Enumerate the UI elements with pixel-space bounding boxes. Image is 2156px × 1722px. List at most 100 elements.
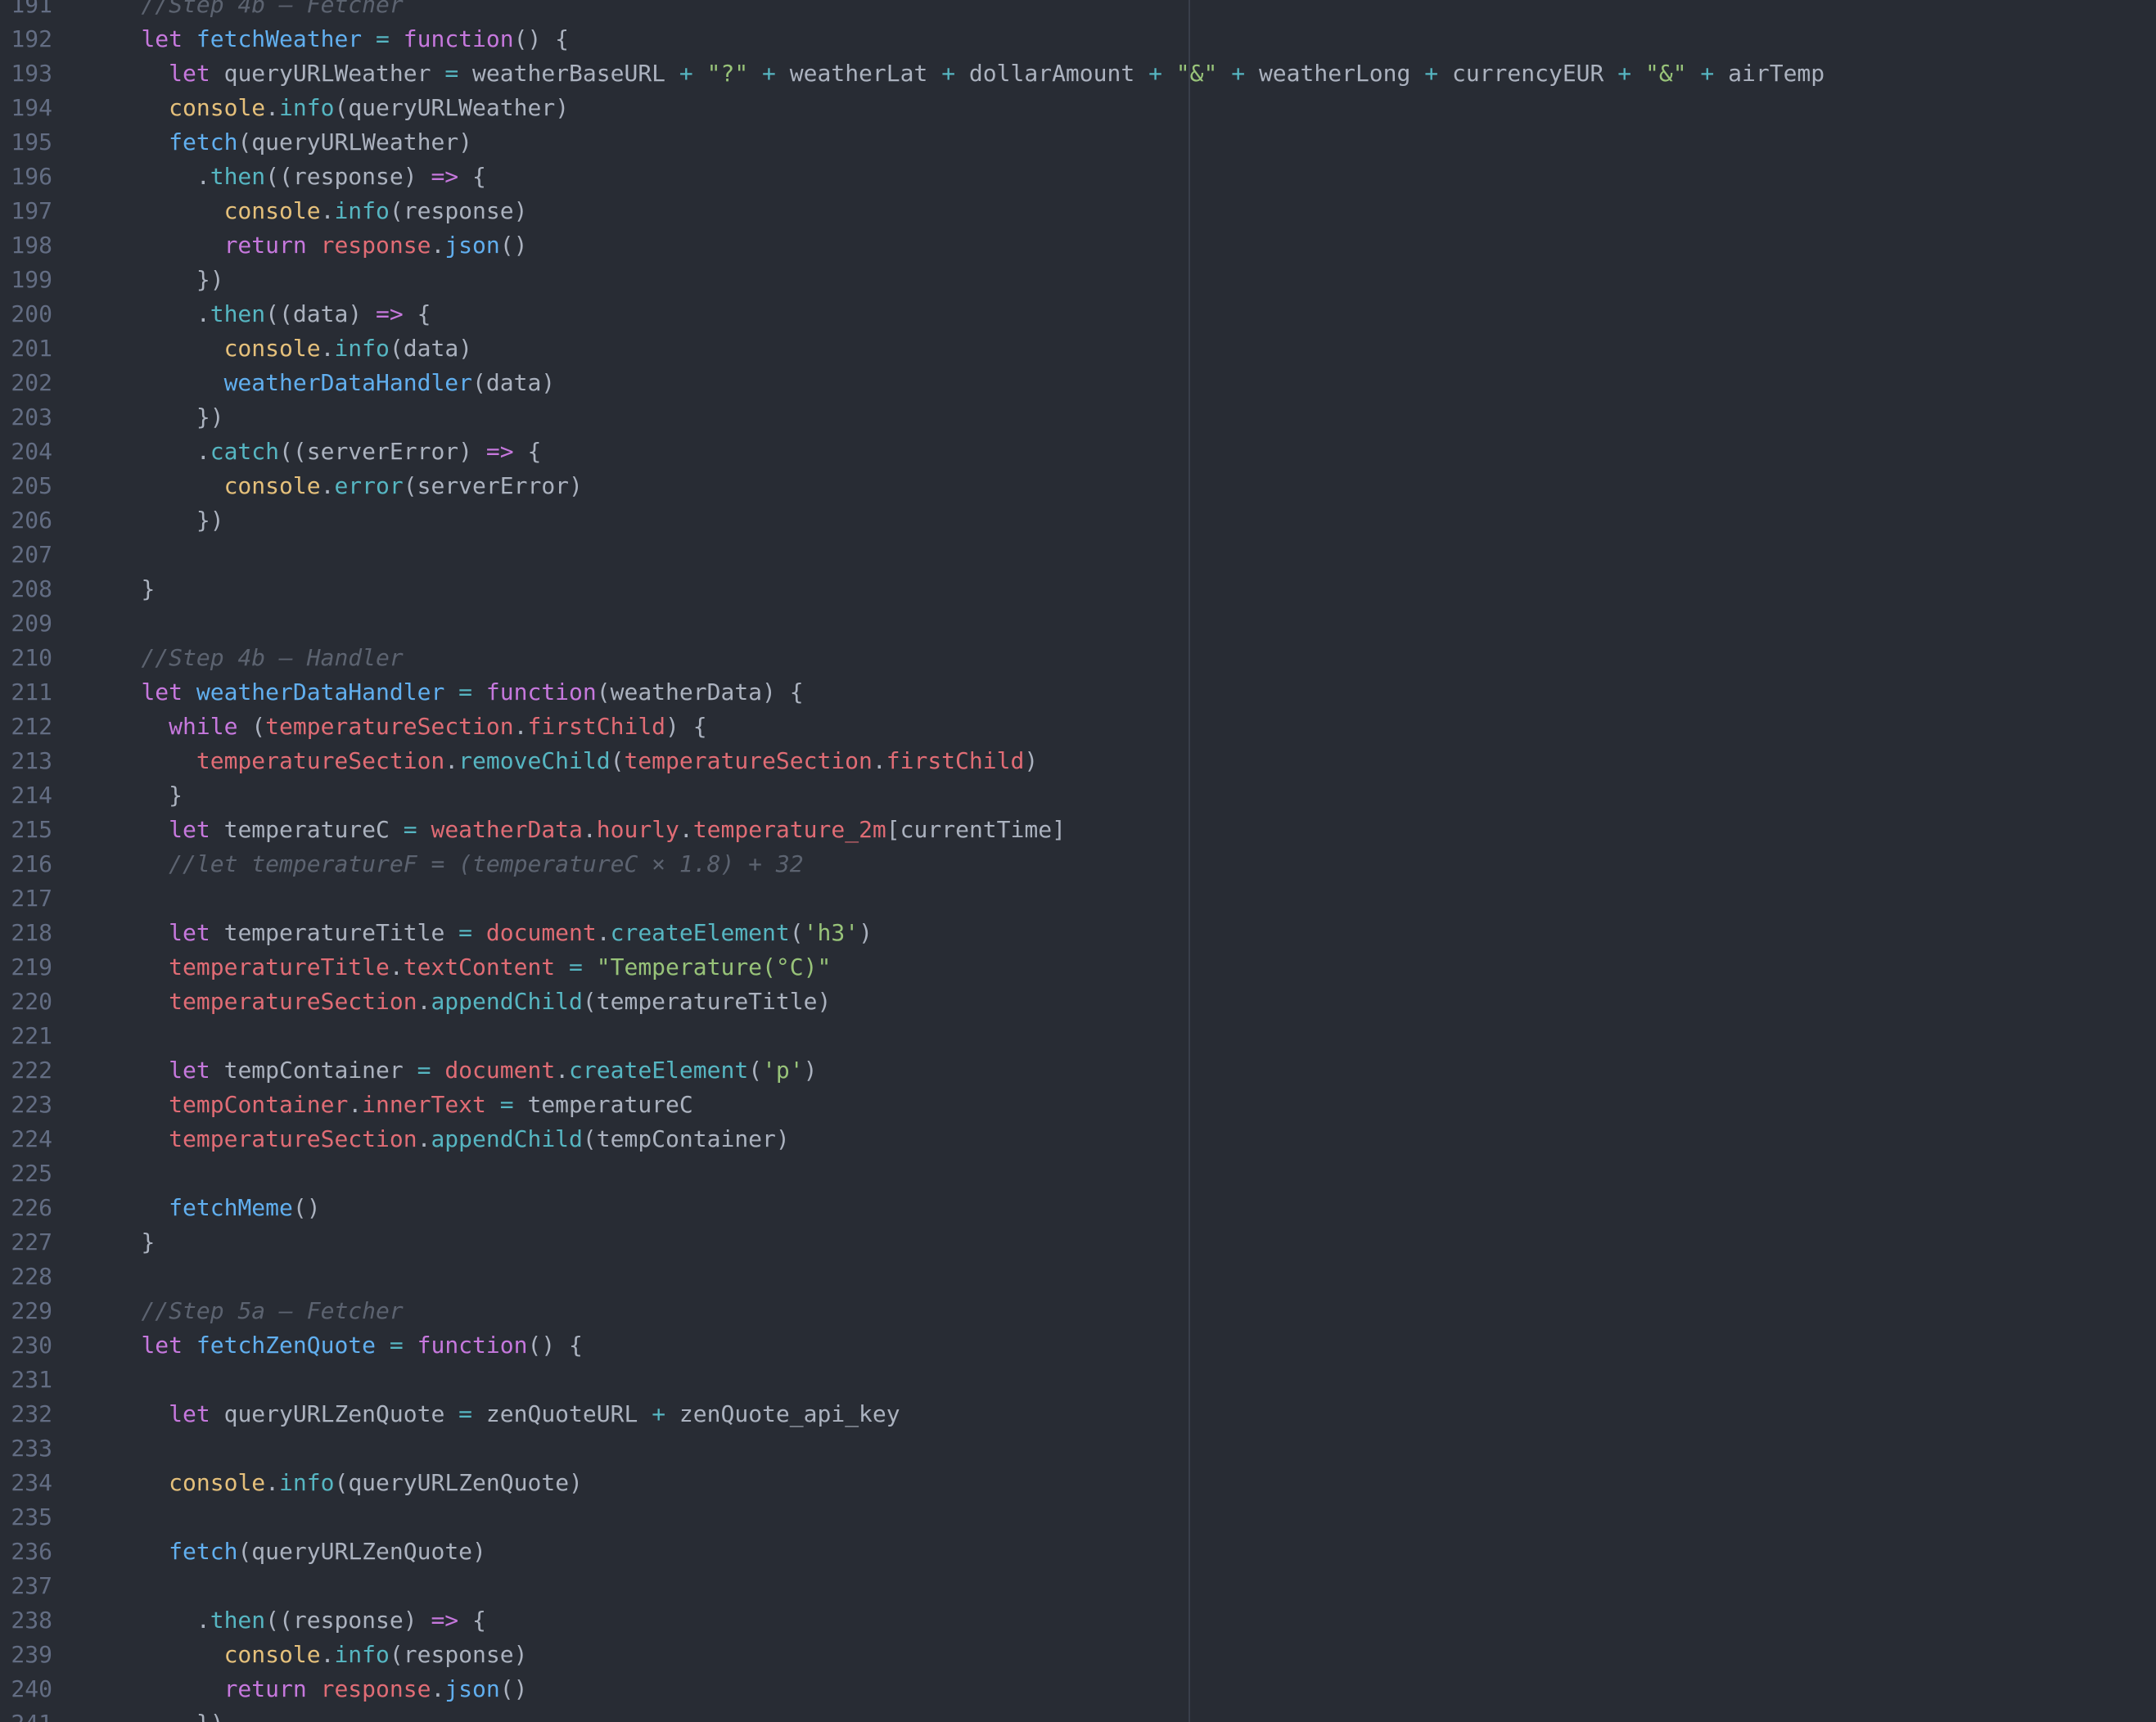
- line-code[interactable]: console.info(queryURLWeather): [86, 91, 569, 125]
- code-line[interactable]: 225: [0, 1156, 2156, 1191]
- code-line[interactable]: 239 console.info(response): [0, 1638, 2156, 1672]
- line-code[interactable]: console.info(response): [86, 1638, 528, 1672]
- code-token: .: [196, 438, 210, 465]
- code-line[interactable]: 235: [0, 1500, 2156, 1535]
- code-line[interactable]: 210 //Step 4b – Handler: [0, 641, 2156, 675]
- code-token: .: [417, 988, 431, 1015]
- code-line[interactable]: 241 }): [0, 1706, 2156, 1722]
- code-token: .: [582, 816, 597, 843]
- line-code[interactable]: console.info(response): [86, 194, 528, 228]
- line-code[interactable]: .catch((serverError) => {: [86, 435, 541, 469]
- line-code[interactable]: while (temperatureSection.firstChild) {: [86, 710, 706, 744]
- code-line[interactable]: 211 let weatherDataHandler = function(we…: [0, 675, 2156, 710]
- line-code[interactable]: return response.json(): [86, 1672, 528, 1706]
- code-line[interactable]: 238 .then((response) => {: [0, 1603, 2156, 1638]
- line-code[interactable]: fetch(queryURLZenQuote): [86, 1535, 486, 1569]
- code-line[interactable]: 226 fetchMeme(): [0, 1191, 2156, 1225]
- code-line[interactable]: 212 while (temperatureSection.firstChild…: [0, 710, 2156, 744]
- code-line[interactable]: 218 let temperatureTitle = document.crea…: [0, 916, 2156, 950]
- code-line[interactable]: 231: [0, 1363, 2156, 1397]
- line-code[interactable]: let tempContainer = document.createEleme…: [86, 1053, 817, 1088]
- line-number: 213: [11, 747, 52, 774]
- line-code[interactable]: weatherDataHandler(data): [86, 366, 556, 400]
- line-code[interactable]: }): [86, 400, 224, 435]
- line-code[interactable]: console.error(serverError): [86, 469, 583, 503]
- code-line[interactable]: 193 let queryURLWeather = weatherBaseURL…: [0, 56, 2156, 91]
- code-line[interactable]: 220 temperatureSection.appendChild(tempe…: [0, 985, 2156, 1019]
- line-code[interactable]: .then((data) => {: [86, 297, 431, 331]
- line-code[interactable]: }: [86, 778, 183, 813]
- line-code[interactable]: let fetchWeather = function() {: [86, 22, 569, 56]
- line-code[interactable]: .then((response) => {: [86, 160, 486, 194]
- code-line[interactable]: 191 //Step 4b – Fetcher: [0, 0, 2156, 22]
- code-lines[interactable]: 191 //Step 4b – Fetcher 192 let fetchWeat…: [0, 0, 2156, 1722]
- code-line[interactable]: 200 .then((data) => {: [0, 297, 2156, 331]
- code-line[interactable]: 206 }): [0, 503, 2156, 538]
- code-line[interactable]: 198 return response.json(): [0, 228, 2156, 263]
- code-line[interactable]: 228: [0, 1260, 2156, 1294]
- line-code[interactable]: fetchMeme(): [86, 1191, 320, 1225]
- code-line[interactable]: 234 console.info(queryURLZenQuote): [0, 1466, 2156, 1500]
- code-line[interactable]: 240 return response.json(): [0, 1672, 2156, 1706]
- code-line[interactable]: 194 console.info(queryURLWeather): [0, 91, 2156, 125]
- line-code[interactable]: tempContainer.innerText = temperatureC: [86, 1088, 693, 1122]
- line-code[interactable]: }): [86, 1706, 224, 1722]
- code-line[interactable]: 219 temperatureTitle.textContent = "Temp…: [0, 950, 2156, 985]
- line-code[interactable]: fetch(queryURLWeather): [86, 125, 472, 160]
- code-line[interactable]: 192 let fetchWeather = function() {: [0, 22, 2156, 56]
- code-line[interactable]: 236 fetch(queryURLZenQuote): [0, 1535, 2156, 1569]
- code-line[interactable]: 224 temperatureSection.appendChild(tempC…: [0, 1122, 2156, 1156]
- code-line[interactable]: 195 fetch(queryURLWeather): [0, 125, 2156, 160]
- code-line[interactable]: 199 }): [0, 263, 2156, 297]
- code-line[interactable]: 223 tempContainer.innerText = temperatur…: [0, 1088, 2156, 1122]
- line-code[interactable]: temperatureSection.removeChild(temperatu…: [86, 744, 1038, 778]
- line-code[interactable]: temperatureSection.appendChild(tempConta…: [86, 1122, 790, 1156]
- line-code[interactable]: //Step 5a – Fetcher: [86, 1294, 403, 1328]
- code-line[interactable]: 208 }: [0, 572, 2156, 606]
- code-line[interactable]: 222 let tempContainer = document.createE…: [0, 1053, 2156, 1088]
- line-code[interactable]: temperatureSection.appendChild(temperatu…: [86, 985, 831, 1019]
- line-code[interactable]: console.info(data): [86, 331, 472, 366]
- line-code[interactable]: let queryURLWeather = weatherBaseURL + "…: [86, 56, 1824, 91]
- code-line[interactable]: 214 }: [0, 778, 2156, 813]
- line-code[interactable]: let weatherDataHandler = function(weathe…: [86, 675, 803, 710]
- code-line[interactable]: 209: [0, 606, 2156, 641]
- line-code[interactable]: }: [86, 572, 155, 606]
- code-line[interactable]: 230 let fetchZenQuote = function() {: [0, 1328, 2156, 1363]
- code-line[interactable]: 233: [0, 1431, 2156, 1466]
- code-line[interactable]: 237: [0, 1569, 2156, 1603]
- code-line[interactable]: 202 weatherDataHandler(data): [0, 366, 2156, 400]
- line-code[interactable]: }): [86, 263, 224, 297]
- code-line[interactable]: 217: [0, 881, 2156, 916]
- code-line[interactable]: 201 console.info(data): [0, 331, 2156, 366]
- line-code[interactable]: console.info(queryURLZenQuote): [86, 1466, 583, 1500]
- code-line[interactable]: 232 let queryURLZenQuote = zenQuoteURL +…: [0, 1397, 2156, 1431]
- code-line[interactable]: 213 temperatureSection.removeChild(tempe…: [0, 744, 2156, 778]
- line-code[interactable]: }): [86, 503, 224, 538]
- line-code[interactable]: //let temperatureF = (temperatureC × 1.8…: [86, 847, 803, 881]
- line-code[interactable]: let queryURLZenQuote = zenQuoteURL + zen…: [86, 1397, 900, 1431]
- code-line[interactable]: 207: [0, 538, 2156, 572]
- code-line[interactable]: 196 .then((response) => {: [0, 160, 2156, 194]
- code-editor[interactable]: 191 //Step 4b – Fetcher 192 let fetchWeat…: [0, 0, 2156, 1722]
- line-code[interactable]: let temperatureC = weatherData.hourly.te…: [86, 813, 1066, 847]
- code-line[interactable]: 216 //let temperatureF = (temperatureC ×…: [0, 847, 2156, 881]
- code-line[interactable]: 221: [0, 1019, 2156, 1053]
- code-line[interactable]: 197 console.info(response): [0, 194, 2156, 228]
- line-code[interactable]: temperatureTitle.textContent = "Temperat…: [86, 950, 831, 985]
- line-code[interactable]: //Step 4b – Fetcher: [86, 0, 403, 22]
- code-line[interactable]: 204 .catch((serverError) => {: [0, 435, 2156, 469]
- code-line[interactable]: 229 //Step 5a – Fetcher: [0, 1294, 2156, 1328]
- line-code[interactable]: let fetchZenQuote = function() {: [86, 1328, 582, 1363]
- line-code[interactable]: .then((response) => {: [86, 1603, 486, 1638]
- code-line[interactable]: 215 let temperatureC = weatherData.hourl…: [0, 813, 2156, 847]
- line-code[interactable]: //Step 4b – Handler: [86, 641, 403, 675]
- code-line[interactable]: 227 }: [0, 1225, 2156, 1260]
- line-code[interactable]: }: [86, 1225, 155, 1260]
- line-code[interactable]: let temperatureTitle = document.createEl…: [86, 916, 873, 950]
- code-line[interactable]: 205 console.error(serverError): [0, 469, 2156, 503]
- code-line[interactable]: 203 }): [0, 400, 2156, 435]
- line-code[interactable]: return response.json(): [86, 228, 528, 263]
